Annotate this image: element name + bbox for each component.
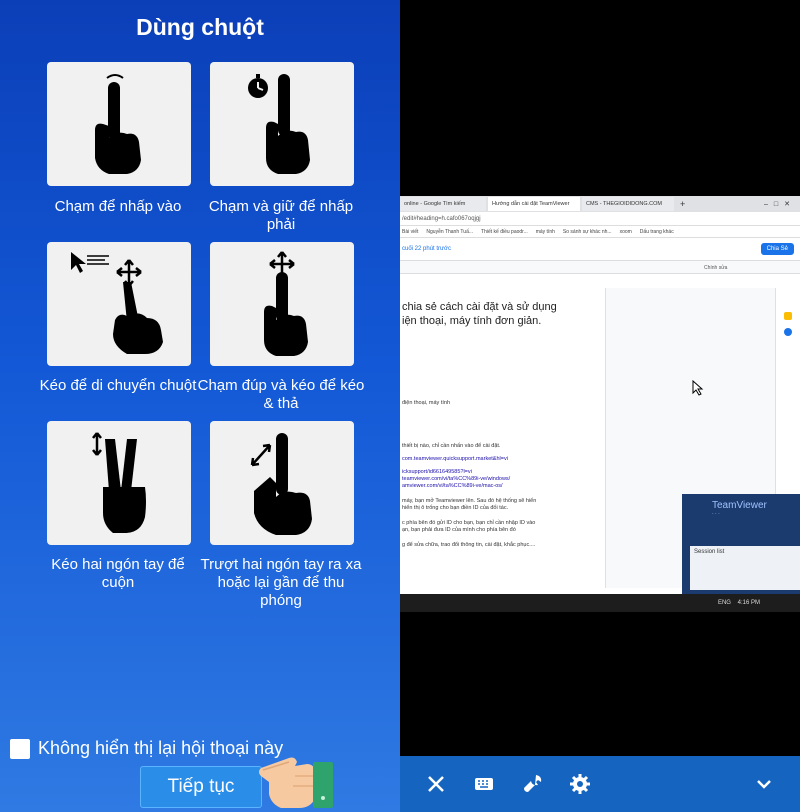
double-tap-drag-icon [264,251,308,356]
gesture-card-drag [47,242,191,366]
bookmark-item[interactable]: Dấu trang khác [640,226,674,237]
window-controls[interactable]: –□✕ [764,200,800,208]
doc-line: g để sửa chữa, trao đổi thông tin, cài đ… [402,542,536,548]
gesture-label-two-finger-scroll: Kéo hai ngón tay để cuộn [51,556,185,591]
wrench-icon[interactable] [518,770,546,798]
panel-title: Dùng chuột [136,14,264,40]
dont-show-again-label: Không hiển thị lại hội thoại này [38,738,284,758]
gesture-label-drag: Kéo để di chuyển chuột [39,377,197,394]
keep-icon[interactable] [784,312,792,320]
tasks-icon[interactable] [784,328,792,336]
gesture-card-two-finger-scroll [47,421,191,545]
doc-large-line: chia sẻ cách cài đặt và sử dụng [402,301,557,313]
remote-cursor-icon [692,380,704,396]
gesture-label-tap: Chạm để nhấp vào [54,198,182,215]
session-list-label: Session list [694,549,725,555]
remote-control-toolbar [400,756,800,812]
continue-button[interactable]: Tiếp tục [140,766,262,808]
gesture-label-double-tap-drag: Chạm đúp và kéo để kéo & thả [197,377,365,412]
browser-tab-bar: online - Google Tìm kiếm Hướng dẫn cài đ… [400,196,800,212]
doc-line: thiết bị nào, chỉ cần nhấn vào để cài đặ… [402,443,501,449]
gear-icon[interactable] [566,770,594,798]
gesture-card-pinch-zoom [210,421,354,545]
doc-header: cuối 22 phút trước Chia Sẻ [400,238,800,260]
bookmark-item[interactable]: Thiết kế điều paodr... [481,226,528,237]
tap-icon [95,74,141,174]
doc-line: điện thoại, máy tính [402,400,451,406]
doc-link[interactable]: icksupport/id661649585?l=vi [400,469,605,476]
teamviewer-name: TeamViewer [712,500,767,511]
bookmark-item[interactable]: máy tính [536,226,555,237]
windows-taskbar: ENG 4:16 PM [400,594,800,612]
doc-toolbar: Chính sửa [400,260,800,274]
edit-mode-label[interactable]: Chính sửa [704,265,727,271]
remote-desktop-screen[interactable]: online - Google Tìm kiếm Hướng dẫn cài đ… [400,196,800,612]
mouse-help-panel: Dùng chuột Chạm để nhấp vào Chạm và giữ … [0,0,400,812]
bookmark-item[interactable]: So sánh sự khác nh... [563,226,612,237]
browser-tab[interactable]: online - Google Tìm kiếm [400,197,486,211]
share-button[interactable]: Chia Sẻ [760,243,794,255]
teamviewer-subtitle: · · · [712,511,720,517]
gesture-card-tap [47,62,191,186]
doc-link[interactable]: amviewer.com/vi/ta%CC%89i-ve/mac-os/ [400,483,605,490]
dont-show-again-checkbox[interactable] [10,738,30,759]
new-tab-icon[interactable]: + [676,199,689,209]
doc-line: ạn, bạn phải đưa ID của mình cho phía bê… [402,527,516,533]
gesture-label-tap-hold: Chạm và giữ để nhấp phải [208,198,354,233]
teamviewer-panel[interactable]: TeamViewer · · · Session list [682,494,800,594]
browser-tab[interactable]: CMS - THEGIOIDIDONG.COM [582,197,674,211]
last-edit-link[interactable]: cuối 22 phút trước [402,246,451,252]
bookmarks-bar: Bài viết Nguyễn Thanh Tuấ... Thiết kế đi… [400,226,800,238]
pointing-hand-icon [259,757,333,808]
tap-hold-icon [248,74,310,174]
chevron-down-icon[interactable] [750,770,778,798]
keyboard-icon[interactable] [470,770,498,798]
dont-show-again-row[interactable]: Không hiển thị lại hội thoại này [10,738,283,759]
gesture-card-tap-hold [210,62,354,186]
pinch-zoom-icon [250,433,312,535]
app-root: Dùng chuột Chạm để nhấp vào Chạm và giữ … [0,0,800,812]
taskbar-lang[interactable]: ENG [718,600,731,606]
session-list[interactable]: Session list [690,546,800,590]
doc-large-line: iện thoại, máy tính đơn giản. [402,315,542,327]
taskbar-time[interactable]: 4:16 PM [738,600,760,606]
doc-line: c phía bên đó gửi ID cho bạn, bạn chỉ cầ… [402,520,536,526]
doc-link[interactable]: com.teamviewer.quicksupport.market&hl=vi [400,456,605,463]
doc-line: máy, bạn mở Teamviewer lên. Sau đó hệ th… [402,498,537,504]
browser-tab-active[interactable]: Hướng dẫn cài đặt TeamViewer [488,197,580,211]
bookmark-item[interactable]: Bài viết [402,226,418,237]
doc-body[interactable]: chia sẻ cách cài đặt và sử dụng iện thoạ… [400,288,605,588]
gesture-card-double-tap-drag [210,242,354,366]
drag-move-icon [71,252,163,354]
doc-line: hiển thị ô trống cho bạn điền ID của đối… [402,505,509,511]
address-bar[interactable]: /edit#heading=h.cafo067oqjgj [400,212,800,226]
two-finger-scroll-icon [92,432,146,533]
gesture-label-pinch-zoom: Trượt hai ngón tay ra xa hoặc lại gần để… [200,556,362,609]
doc-link[interactable]: teamviewer.com/vi/ta%CC%89i-ve/windows/ [400,476,605,483]
bookmark-item[interactable]: Nguyễn Thanh Tuấ... [426,226,473,237]
close-icon[interactable] [422,770,450,798]
bookmark-item[interactable]: xoom [620,226,632,237]
